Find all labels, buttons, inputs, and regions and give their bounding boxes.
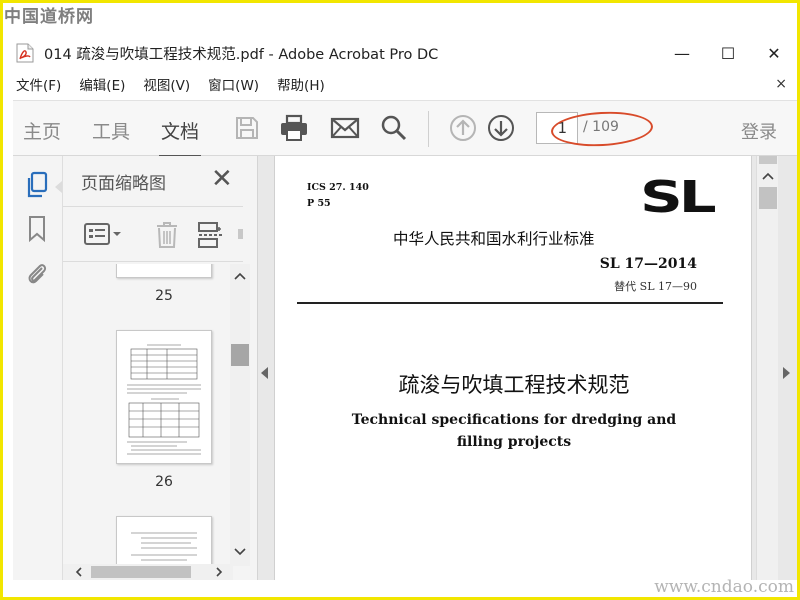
ics-code: ICS 27. 140 xyxy=(307,182,369,193)
window-title: 014 疏浚与吹填工程技术规范.pdf - Adobe Acrobat Pro … xyxy=(44,46,439,63)
panel-toolbar-overflow xyxy=(238,229,243,239)
thumbnail-page-26[interactable] xyxy=(116,330,212,464)
watermark-bottom: www.cndao.com xyxy=(654,577,794,597)
panel-title: 页面缩略图 xyxy=(81,174,166,194)
login-button[interactable]: 登录 xyxy=(741,118,777,144)
menu-edit[interactable]: 编辑(E) xyxy=(70,74,134,94)
document-scroll-top-cap xyxy=(759,156,777,164)
next-page-icon[interactable] xyxy=(485,113,517,143)
thumbnail-options-icon[interactable] xyxy=(83,222,123,250)
panel-close-button[interactable]: ✕ xyxy=(211,164,233,194)
insert-page-icon[interactable] xyxy=(197,221,225,253)
standard-number: SL 17—2014 xyxy=(599,256,697,272)
doc-scroll-up-icon[interactable] xyxy=(762,172,774,180)
thumbnail-list: 25 26 xyxy=(63,264,239,566)
panel-toolbar xyxy=(63,206,243,262)
document-view[interactable]: ICS 27. 140 P 55 SL 中华人民共和国水利行业标准 SL 17—… xyxy=(258,156,797,580)
document-title-en-line2: filling projects xyxy=(456,434,572,450)
menu-window[interactable]: 窗口(W) xyxy=(199,74,268,94)
previous-page-icon[interactable] xyxy=(447,113,479,143)
replaces-standard: 替代 SL 17—90 xyxy=(614,280,697,293)
thumbnail-horizontal-scrollbar[interactable] xyxy=(63,564,233,580)
minimize-button[interactable]: — xyxy=(659,36,705,70)
thumbnail-scrollbar[interactable] xyxy=(230,264,250,566)
bookmarks-icon[interactable] xyxy=(22,214,52,244)
header-rule xyxy=(297,302,723,304)
scroll-right-icon[interactable] xyxy=(215,567,223,577)
thumbnail-scroll-thumb[interactable] xyxy=(231,344,249,366)
delete-page-icon[interactable] xyxy=(155,221,179,253)
search-icon[interactable] xyxy=(378,113,410,143)
panel-pointer xyxy=(55,181,62,193)
tab-document[interactable]: 文档 xyxy=(158,117,202,158)
thumbnail-page-25[interactable] xyxy=(116,264,212,278)
print-icon[interactable] xyxy=(278,113,310,143)
p-code: P 55 xyxy=(307,198,331,209)
document-title-cn: 疏浚与吹填工程技术规范 xyxy=(398,373,630,397)
menu-close-button[interactable]: × xyxy=(775,76,787,92)
scroll-up-icon[interactable] xyxy=(234,272,246,280)
document-page: ICS 27. 140 P 55 SL 中华人民共和国水利行业标准 SL 17—… xyxy=(274,156,752,580)
thumbnail-label-26: 26 xyxy=(155,474,173,490)
document-title-en-line1: Technical specifications for dredging an… xyxy=(351,412,677,428)
attachments-icon[interactable] xyxy=(22,258,52,288)
save-icon[interactable] xyxy=(231,113,263,143)
document-scroll-thumb[interactable] xyxy=(759,187,777,209)
scroll-left-icon[interactable] xyxy=(75,567,83,577)
watermark-top: 中国道桥网 xyxy=(4,7,94,27)
tab-tools[interactable]: 工具 xyxy=(92,117,130,144)
document-scrollbar[interactable] xyxy=(756,156,778,580)
menu-help[interactable]: 帮助(H) xyxy=(268,74,334,94)
thumbnail-page-27[interactable] xyxy=(116,516,212,566)
menu-bar: 文件(F) 编辑(E) 视图(V) 窗口(W) 帮助(H) × xyxy=(3,72,797,96)
expand-right-pane-icon[interactable] xyxy=(783,367,790,379)
menu-file[interactable]: 文件(F) xyxy=(3,74,70,94)
menu-view[interactable]: 视图(V) xyxy=(134,74,199,94)
email-icon[interactable] xyxy=(329,113,361,143)
pdf-file-icon xyxy=(16,43,34,63)
thumbnail-label-25: 25 xyxy=(155,288,173,304)
scroll-down-icon[interactable] xyxy=(234,548,246,556)
navigation-pane-strip xyxy=(13,156,63,580)
main-toolbar: 主页 工具 文档 1 / 109 登录 xyxy=(13,100,797,158)
toolbar-separator xyxy=(428,111,429,147)
sl-logo: SL xyxy=(640,172,717,223)
thumbnails-panel: 页面缩略图 ✕ 25 26 xyxy=(55,156,258,580)
close-window-button[interactable]: ✕ xyxy=(751,36,797,70)
page-thumbnails-icon[interactable] xyxy=(22,170,52,200)
collapse-left-pane-icon[interactable] xyxy=(261,367,268,379)
maximize-button[interactable]: ☐ xyxy=(705,36,751,70)
title-bar: 014 疏浚与吹填工程技术规范.pdf - Adobe Acrobat Pro … xyxy=(3,36,797,70)
thumbnail-hscroll-thumb[interactable] xyxy=(91,566,191,578)
tab-home[interactable]: 主页 xyxy=(23,117,61,144)
standard-category-title: 中华人民共和国水利行业标准 xyxy=(393,230,595,248)
